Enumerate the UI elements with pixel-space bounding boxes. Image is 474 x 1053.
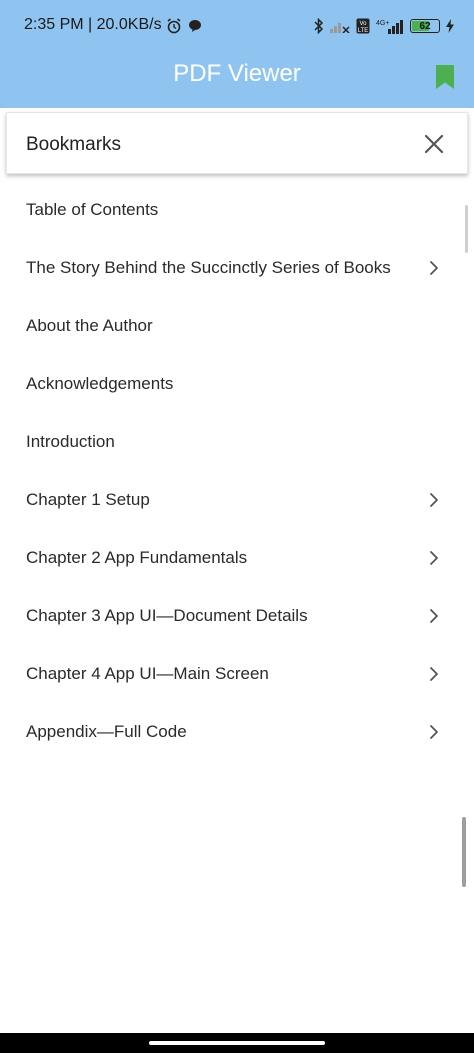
battery-icon: 62 bbox=[410, 19, 440, 33]
bookmark-item[interactable]: Table of Contents bbox=[0, 181, 474, 239]
bookmark-item[interactable]: Appendix—Full Code bbox=[0, 703, 474, 761]
bookmark-item-label: Table of Contents bbox=[26, 200, 159, 219]
chevron-right-icon[interactable] bbox=[428, 260, 440, 276]
chevron-right-icon[interactable] bbox=[428, 492, 440, 508]
bookmark-item-label: Acknowledgements bbox=[26, 374, 174, 393]
svg-text:4G+: 4G+ bbox=[376, 20, 389, 27]
close-icon[interactable] bbox=[423, 133, 445, 155]
bookmarks-list: Table of Contents The Story Behind the Su… bbox=[0, 181, 474, 761]
app-title: PDF Viewer bbox=[173, 60, 301, 87]
chevron-right-icon[interactable] bbox=[428, 724, 440, 740]
bookmarks-title: Bookmarks bbox=[26, 134, 122, 155]
scrollbar-thumb[interactable] bbox=[462, 817, 466, 887]
bookmark-icon[interactable] bbox=[434, 64, 456, 90]
home-indicator[interactable] bbox=[149, 1041, 325, 1045]
bookmark-item[interactable]: Chapter 2 App Fundamentals bbox=[0, 529, 474, 587]
bookmark-item-label: Appendix—Full Code bbox=[26, 722, 187, 741]
chat-bubble-icon bbox=[189, 20, 201, 32]
bookmark-item[interactable]: The Story Behind the Succinctly Series o… bbox=[0, 239, 474, 297]
svg-text:LTE: LTE bbox=[358, 28, 369, 34]
list-scroll-indicator bbox=[465, 205, 468, 253]
chevron-right-icon[interactable] bbox=[428, 666, 440, 682]
4g-signal-icon: 4G+ bbox=[376, 20, 403, 34]
bookmarks-panel-header: Bookmarks bbox=[6, 112, 468, 174]
bookmark-item-label: Chapter 1 Setup bbox=[26, 490, 150, 509]
bookmark-item[interactable]: Introduction bbox=[0, 413, 474, 471]
chevron-right-icon[interactable] bbox=[428, 550, 440, 566]
system-nav-bar bbox=[0, 1033, 474, 1053]
charging-icon bbox=[446, 19, 454, 33]
status-bar: 2:35 PM | 20.0KB/s Vo LTE 4G+ 62 bbox=[0, 0, 474, 52]
status-time: 2:35 PM | 20.0KB/s bbox=[24, 16, 162, 33]
svg-text:Vo: Vo bbox=[359, 21, 367, 27]
bookmark-item-label: The Story Behind the Succinctly Series o… bbox=[26, 258, 391, 277]
signal-x-icon bbox=[330, 23, 350, 33]
bookmark-item[interactable]: About the Author bbox=[0, 297, 474, 355]
bookmark-item-label: About the Author bbox=[26, 316, 153, 335]
status-icons: Vo LTE 4G+ 62 bbox=[166, 16, 454, 36]
app-bar: PDF Viewer bbox=[0, 52, 474, 108]
bookmark-item[interactable]: Chapter 1 Setup bbox=[0, 471, 474, 529]
bookmark-item-label: Introduction bbox=[26, 432, 115, 451]
bookmark-item-label: Chapter 4 App UI—Main Screen bbox=[26, 664, 269, 683]
chevron-right-icon[interactable] bbox=[428, 608, 440, 624]
battery-level: 62 bbox=[419, 20, 431, 32]
bluetooth-icon bbox=[314, 18, 324, 34]
bookmark-item[interactable]: Chapter 4 App UI—Main Screen bbox=[0, 645, 474, 703]
volte-icon: Vo LTE bbox=[356, 18, 370, 34]
bookmark-item[interactable]: Chapter 3 App UI—Document Details bbox=[0, 587, 474, 645]
bookmark-item-label: Chapter 2 App Fundamentals bbox=[26, 548, 248, 567]
alarm-icon bbox=[167, 18, 181, 34]
bookmark-item[interactable]: Acknowledgements bbox=[0, 355, 474, 413]
bookmark-item-label: Chapter 3 App UI—Document Details bbox=[26, 606, 308, 625]
